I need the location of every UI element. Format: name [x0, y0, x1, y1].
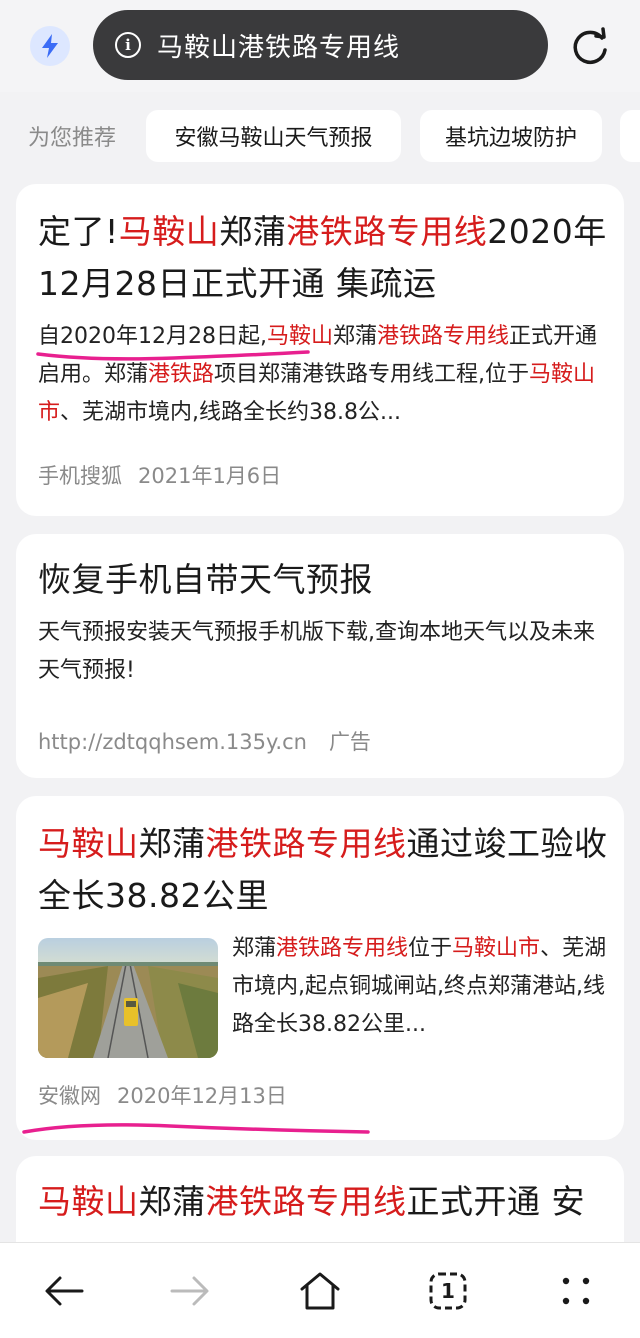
- ad-title[interactable]: 恢复手机自带天气预报: [38, 554, 608, 606]
- result-card[interactable]: 马鞍山郑蒲港铁路专用线通过竣工验收全长38.82公里 郑蒲港铁路专用线位于马鞍山…: [16, 796, 624, 1140]
- menu-button[interactable]: [546, 1261, 606, 1321]
- tabs-button[interactable]: 1: [418, 1261, 478, 1321]
- home-button[interactable]: [290, 1261, 350, 1321]
- forward-button[interactable]: [160, 1261, 220, 1321]
- result-source: 安徽网: [38, 1084, 101, 1108]
- bolt-button[interactable]: [30, 26, 70, 66]
- result-snippet: 自2020年12月28日起,马鞍山郑蒲港铁路专用线正式开通启用。郑蒲港铁路项目郑…: [38, 324, 598, 425]
- refresh-icon: [573, 27, 607, 65]
- result-title[interactable]: 定了!马鞍山郑蒲港铁路专用线2020年12月28日正式开通 集疏运: [38, 206, 608, 310]
- menu-dots-icon: [562, 1277, 590, 1305]
- result-date: 2020年12月13日: [117, 1084, 287, 1108]
- result-snippet: 郑蒲港铁路专用线位于马鞍山市、芜湖市境内,起点铜城闸站,终点郑蒲港站,线路全长3…: [232, 936, 607, 1037]
- back-arrow-icon: [45, 1276, 84, 1306]
- recommend-chip-partial[interactable]: [620, 110, 640, 162]
- tab-count: 1: [441, 1279, 455, 1303]
- info-icon[interactable]: i: [115, 32, 141, 58]
- ad-url[interactable]: http://zdtqqhsem.135y.cn: [38, 730, 307, 754]
- top-bar: i 马鞍山港铁路专用线: [0, 0, 640, 92]
- refresh-button[interactable]: [568, 24, 612, 68]
- recommend-row: 为您推荐 安徽马鞍山天气预报 基坑边坡防护: [0, 108, 640, 164]
- forward-arrow-icon: [170, 1276, 209, 1306]
- result-thumbnail[interactable]: [38, 938, 218, 1058]
- result-meta: 手机搜狐 2021年1月6日: [38, 460, 281, 490]
- annotation-underline: [22, 1123, 370, 1134]
- result-title[interactable]: 马鞍山郑蒲港铁路专用线通过竣工验收全长38.82公里: [38, 818, 608, 922]
- bolt-icon: [42, 34, 58, 58]
- result-meta: 安徽网 2020年12月13日: [38, 1080, 287, 1110]
- home-icon: [300, 1272, 340, 1310]
- address-bar[interactable]: i 马鞍山港铁路专用线: [93, 10, 548, 80]
- ad-snippet: 天气预报安装天气预报手机版下载,查询本地天气以及未来天气预报!: [38, 620, 595, 683]
- annotation-underline: [36, 350, 310, 361]
- result-date: 2021年1月6日: [138, 464, 282, 488]
- result-card[interactable]: 定了!马鞍山郑蒲港铁路专用线2020年12月28日正式开通 集疏运 自2020年…: [16, 184, 624, 516]
- bottom-nav: 1: [0, 1242, 640, 1338]
- recommend-chip[interactable]: 基坑边坡防护: [420, 110, 602, 162]
- ad-card[interactable]: 恢复手机自带天气预报 天气预报安装天气预报手机版下载,查询本地天气以及未来天气预…: [16, 534, 624, 778]
- recommend-label: 为您推荐: [28, 126, 117, 151]
- recommend-chip[interactable]: 安徽马鞍山天气预报: [146, 110, 401, 162]
- back-button[interactable]: [34, 1261, 94, 1321]
- result-source: 手机搜狐: [38, 464, 122, 488]
- ad-meta: http://zdtqqhsem.135y.cn 广告: [38, 726, 371, 756]
- result-title[interactable]: 马鞍山郑蒲港铁路专用线正式开通 安: [38, 1176, 608, 1228]
- ad-label: 广告: [328, 730, 371, 754]
- search-query: 马鞍山港铁路专用线: [157, 32, 401, 63]
